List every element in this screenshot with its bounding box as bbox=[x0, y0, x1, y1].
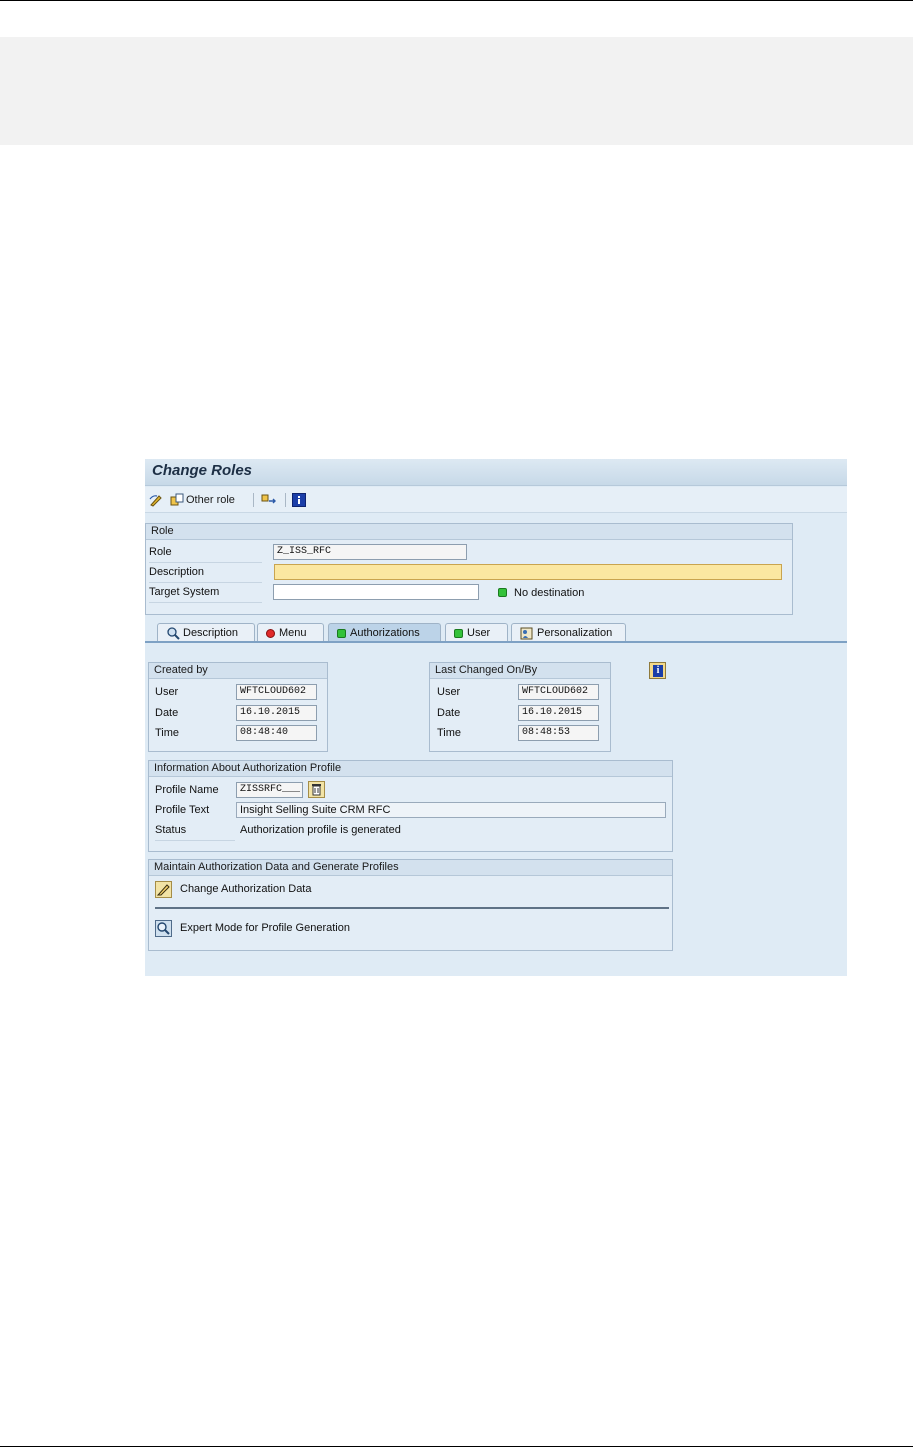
label-underline bbox=[149, 602, 262, 603]
profile-name-label: Profile Name bbox=[155, 784, 219, 796]
display-change-icon bbox=[149, 495, 162, 507]
role-group: Role Role Z_ISS_RFC Description Target S… bbox=[145, 523, 793, 615]
profile-text-label: Profile Text bbox=[155, 804, 210, 816]
page-bottom-rule bbox=[0, 1446, 913, 1447]
tab-personalization[interactable]: Personalization bbox=[511, 623, 626, 642]
title-bar: Change Roles bbox=[145, 459, 847, 486]
maintain-title: Maintain Authorization Data and Generate… bbox=[149, 860, 672, 876]
tab-strip: Description Menu Authorizations User Per… bbox=[145, 623, 847, 643]
trash-icon bbox=[312, 784, 321, 796]
info-icon bbox=[292, 493, 306, 507]
window-title: Change Roles bbox=[152, 462, 253, 479]
toolbar-separator bbox=[285, 493, 286, 507]
changed-user-field: WFTCLOUD602 bbox=[518, 684, 599, 700]
other-role-button[interactable]: Other role bbox=[170, 491, 235, 509]
role-field[interactable]: Z_ISS_RFC bbox=[273, 544, 467, 560]
changed-date-field: 16.10.2015 bbox=[518, 705, 599, 721]
transport-icon bbox=[261, 494, 276, 504]
tab-personalization-label: Personalization bbox=[537, 627, 613, 639]
created-time-label: Time bbox=[155, 727, 180, 739]
magnifier-icon bbox=[157, 922, 170, 935]
created-time-field: 08:48:40 bbox=[236, 725, 317, 741]
status-label: Status bbox=[155, 824, 187, 836]
page-header-band bbox=[0, 37, 913, 145]
changed-time-label: Time bbox=[437, 727, 462, 739]
target-system-status: No destination bbox=[514, 587, 585, 599]
details-info-button[interactable]: i bbox=[649, 662, 666, 679]
description-label: Description bbox=[149, 566, 205, 578]
info-icon: i bbox=[653, 665, 663, 677]
tab-user[interactable]: User bbox=[445, 623, 508, 642]
maintain-group: Maintain Authorization Data and Generate… bbox=[148, 859, 673, 951]
transport-button[interactable] bbox=[261, 491, 277, 509]
info-button[interactable] bbox=[292, 491, 306, 509]
other-role-icon bbox=[170, 493, 184, 506]
changed-time-field: 08:48:53 bbox=[518, 725, 599, 741]
profile-name-field: ZISSRFC___ bbox=[236, 782, 303, 798]
auth-profile-title: Information About Authorization Profile bbox=[149, 761, 672, 777]
expert-mode-label[interactable]: Expert Mode for Profile Generation bbox=[180, 922, 350, 934]
other-role-label: Other role bbox=[186, 494, 235, 506]
label-underline bbox=[149, 562, 262, 563]
delete-profile-button[interactable] bbox=[308, 781, 325, 798]
description-field[interactable] bbox=[274, 564, 782, 580]
created-date-field: 16.10.2015 bbox=[236, 705, 317, 721]
sap-window: Change Roles Other role Role Role Z_ISS_… bbox=[145, 459, 847, 976]
target-system-label: Target System bbox=[149, 586, 220, 598]
profile-text-field: Insight Selling Suite CRM RFC bbox=[236, 802, 666, 818]
pencil-icon bbox=[156, 884, 170, 896]
tab-menu[interactable]: Menu bbox=[257, 623, 324, 642]
last-changed-title: Last Changed On/By bbox=[430, 663, 610, 679]
tab-description-label: Description bbox=[183, 627, 239, 639]
application-toolbar: Other role bbox=[145, 487, 847, 513]
expert-mode-icon-button[interactable] bbox=[155, 920, 172, 937]
tab-authorizations[interactable]: Authorizations bbox=[328, 623, 441, 642]
magnifier-icon bbox=[167, 626, 180, 640]
target-system-field[interactable] bbox=[273, 584, 479, 600]
page-top-rule bbox=[0, 0, 913, 1]
personalization-icon bbox=[520, 627, 533, 639]
label-underline bbox=[149, 582, 262, 583]
change-auth-icon-button[interactable] bbox=[155, 881, 172, 898]
tab-description[interactable]: Description bbox=[157, 623, 255, 642]
last-changed-group: Last Changed On/By User WFTCLOUD602 Date… bbox=[429, 662, 611, 752]
status-value: Authorization profile is generated bbox=[240, 824, 401, 836]
role-label: Role bbox=[149, 546, 172, 558]
green-led-icon bbox=[454, 628, 463, 638]
tab-underline bbox=[145, 641, 847, 643]
green-led-icon bbox=[337, 628, 346, 638]
changed-date-label: Date bbox=[437, 707, 461, 719]
change-auth-label[interactable]: Change Authorization Data bbox=[180, 883, 311, 895]
red-led-icon bbox=[266, 628, 275, 638]
label-underline bbox=[155, 840, 235, 841]
display-change-button[interactable] bbox=[149, 491, 163, 509]
status-led-icon bbox=[498, 588, 507, 597]
toolbar-separator bbox=[253, 493, 254, 507]
created-by-group: Created by User WFTCLOUD602 Date 16.10.2… bbox=[148, 662, 328, 752]
tab-user-label: User bbox=[467, 627, 491, 639]
tab-menu-label: Menu bbox=[279, 627, 307, 639]
created-date-label: Date bbox=[155, 707, 179, 719]
changed-user-label: User bbox=[437, 686, 461, 698]
role-group-title: Role bbox=[146, 524, 792, 540]
created-user-label: User bbox=[155, 686, 179, 698]
created-user-field: WFTCLOUD602 bbox=[236, 684, 317, 700]
tab-authorizations-label: Authorizations bbox=[350, 627, 420, 639]
auth-profile-group: Information About Authorization Profile … bbox=[148, 760, 673, 852]
created-by-title: Created by bbox=[149, 663, 327, 679]
section-divider bbox=[155, 907, 669, 909]
